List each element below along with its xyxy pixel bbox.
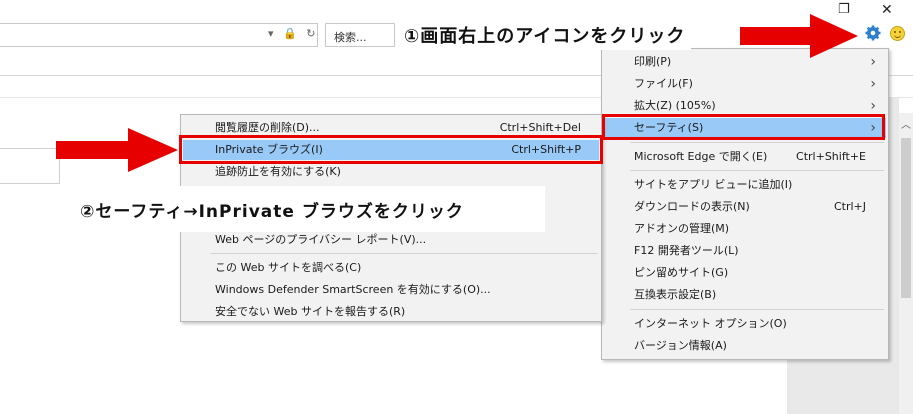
step2-caption: ②セーフティ→InPrivate ブラウズをクリック [60,186,545,232]
step1-caption: ①画面右上のアイコンをクリック [396,20,692,50]
menu-item-label: 印刷(P) [634,55,672,68]
menu-item-label: 安全でない Web サイトを報告する(R) [215,305,406,318]
close-window-icon[interactable]: ✕ [881,2,893,18]
menu-item-label: Web ページのプライバシー レポート(V)... [215,233,427,246]
menu-item-label: 拡大(Z) (105%) [634,99,716,112]
menu-item-f12[interactable]: F12 開発者ツール(L) [604,241,886,261]
menu-item-item[interactable]: 拡大(Z) (105%) › [604,96,886,116]
menu-item-label: バージョン情報(A) [634,339,727,352]
safety-item-2[interactable]: 追跡防止を有効にする(K) [183,162,599,182]
inprivate-highlight-box [179,135,603,164]
menu-separator [630,142,884,143]
safety-item-5[interactable]: Windows Defender SmartScreen を有効にする(O)..… [183,280,599,300]
safety-item-4[interactable]: この Web サイトを調べる(C) [183,258,599,278]
menu-item-label: F12 開発者ツール(L) [634,244,739,257]
menu-item-label: 追跡防止を有効にする(K) [215,165,341,178]
menu-item-shortcut: Ctrl+Shift+E [796,150,866,163]
menu-item-label: Microsoft Edge で開く(E) [634,150,768,163]
menu-item-label: インターネット オプション(O) [634,317,787,330]
menu-item-label: ピン留めサイト(G) [634,266,729,279]
safety-item-3[interactable]: Web ページのプライバシー レポート(V)... [183,230,599,250]
menu-item-label: ファイル(F) [634,77,693,90]
chevron-right-icon: › [870,54,876,70]
menu-separator [211,253,597,254]
scroll-thumb[interactable] [901,138,911,298]
menu-item-item[interactable]: アドオンの管理(M) [604,219,886,239]
menu-item-label: ダウンロードの表示(N) [634,200,750,213]
menu-item-label: この Web サイトを調べる(C) [215,261,362,274]
menu-item-item[interactable]: ファイル(F) › [604,74,886,94]
menu-item-item[interactable]: サイトをアプリ ビューに追加(I) [604,175,886,195]
red-arrow-right-icon [740,14,858,58]
search-input[interactable]: 検索... [325,23,395,47]
safety-item-6[interactable]: 安全でない Web サイトを報告する(R) [183,302,599,322]
menu-item-item[interactable]: バージョン情報(A) [604,336,886,356]
gear-icon[interactable] [865,25,881,41]
menu-item-shortcut: Ctrl+J [833,200,866,213]
page-fragment [0,148,60,184]
smile-feedback-icon[interactable] [890,26,905,41]
menu-item-label: 互換表示設定(B) [634,288,717,301]
menu-item-item[interactable]: ピン留めサイト(G) [604,263,886,283]
menu-item-label: Windows Defender SmartScreen を有効にする(O)..… [215,283,491,296]
menu-item-item[interactable]: ダウンロードの表示(N) Ctrl+J [604,197,886,217]
menu-item-label: アドオンの管理(M) [634,222,730,235]
menu-item-label: サイトをアプリ ビューに追加(I) [634,178,793,191]
scroll-up-icon[interactable]: ︿ [899,116,913,131]
red-arrow-right-icon [56,128,178,172]
menu-separator [630,170,884,171]
menu-separator [630,309,884,310]
chevron-right-icon: › [870,76,876,92]
tools-menu: 印刷(P) › ファイル(F) › 拡大(Z) (105%) › セーフティ(S) › Micr… [601,48,889,360]
safety-highlight-box [602,114,885,140]
address-bar-icons[interactable]: ▾ 🔒 ↻ [268,27,318,40]
menu-item-item[interactable]: インターネット オプション(O) [604,314,886,334]
menu-item-item[interactable]: 互換表示設定(B) [604,285,886,305]
chevron-right-icon: › [870,98,876,114]
menu-item-microsoft-edge[interactable]: Microsoft Edge で開く(E) Ctrl+Shift+E [604,147,886,167]
